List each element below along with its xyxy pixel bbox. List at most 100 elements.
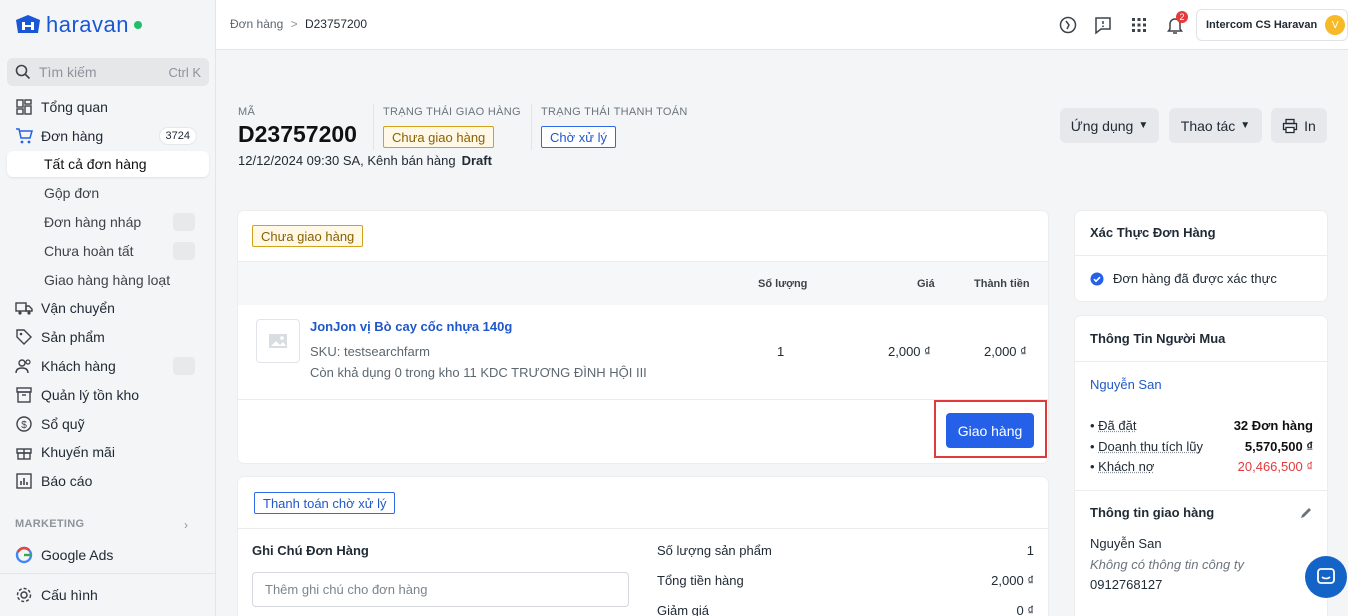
buyer-card: Thông Tin Người Mua Nguyễn San • Đã đặt … — [1075, 316, 1327, 616]
order-note-title: Ghi Chú Đơn Hàng — [252, 543, 369, 558]
brand-name: haravan — [46, 12, 130, 37]
search-shortcut: Ctrl K — [168, 64, 202, 80]
sidebar-divider — [0, 573, 215, 574]
sidebar-item-orders[interactable]: Đơn hàng 3724 — [7, 123, 209, 149]
fulfillment-card: Chưa giao hàng Số lượng Giá Thành tiền J… — [238, 211, 1048, 463]
sidebar-item-label: Giao hàng hàng loạt — [44, 272, 171, 288]
haravan-logo-icon — [16, 15, 40, 33]
online-status-dot — [134, 21, 143, 29]
buyer-stat-label: • Doanh thu tích lũy — [1090, 439, 1203, 454]
breadcrumb: Đơn hàng > D23757200 — [230, 17, 367, 31]
sidebar-item-overview[interactable]: Tổng quan — [7, 94, 209, 120]
stat-debt-value: 20,466,500 ₫ — [1237, 459, 1313, 474]
orders-count-badge: 3724 — [158, 127, 197, 145]
chat-bubble-icon — [1317, 568, 1335, 584]
dashboard-icon — [16, 99, 32, 115]
cashbook-icon: $ — [16, 416, 32, 432]
marketing-section-label: MARKETING — [15, 518, 85, 530]
sidebar-item-label: Gộp đơn — [44, 185, 100, 201]
svg-text:$: $ — [21, 420, 27, 431]
summary-label: Số lượng sản phẩm — [657, 543, 772, 558]
summary-label: Tổng tiền hàng — [657, 573, 744, 588]
card-divider — [1075, 255, 1327, 256]
sidebar-item-shipping[interactable]: Vận chuyển — [7, 295, 209, 321]
chevron-right-icon[interactable]: › — [184, 518, 188, 532]
user-menu-button[interactable]: Intercom CS Haravan V — [1196, 9, 1348, 41]
apps-label: Ứng dụng — [1070, 117, 1134, 134]
sidebar-item-bulk-ship[interactable]: Giao hàng hàng loạt — [7, 267, 209, 293]
stat-revenue-value: 5,570,500 ₫ — [1244, 439, 1313, 454]
apps-grid-icon[interactable] — [1128, 14, 1150, 36]
shipping-company: Không có thông tin công ty — [1090, 557, 1244, 572]
sidebar-item-label: Khuyến mãi — [41, 444, 115, 460]
user-name: Intercom CS Haravan — [1206, 19, 1318, 31]
buyer-title: Thông Tin Người Mua — [1090, 331, 1226, 346]
sidebar-item-products[interactable]: Sản phẩm — [7, 324, 209, 350]
verification-text: Đơn hàng đã được xác thực — [1113, 271, 1277, 286]
column-header-total: Thành tiền — [974, 278, 1030, 290]
stat-debt-label: Khách nợ — [1098, 459, 1155, 474]
verification-card: Xác Thực Đơn Hàng Đơn hàng đã được xác t… — [1075, 211, 1327, 301]
header-divider — [373, 104, 374, 150]
gift-icon — [16, 448, 32, 460]
order-source: Draft — [461, 153, 492, 168]
sidebar-item-incomplete[interactable]: Chưa hoàn tất — [7, 238, 209, 264]
payment-card: Thanh toán chờ xử lý Ghi Chú Đơn Hàng Số… — [238, 477, 1048, 616]
payment-status-label: TRẠNG THÁI THANH TOÁN — [541, 106, 688, 118]
payment-status-badge: Chờ xử lý — [541, 126, 616, 148]
fulfillment-status-label: TRẠNG THÁI GIAO HÀNG — [383, 106, 521, 118]
sidebar-item-inventory[interactable]: Quản lý tồn kho — [7, 382, 209, 408]
sidebar-item-draft-orders[interactable]: Đơn hàng nháp — [7, 209, 209, 235]
sidebar-item-google-ads[interactable]: Google Ads — [7, 542, 209, 568]
sidebar-item-cashbook[interactable]: $ Sổ quỹ — [7, 411, 209, 437]
chat-icon[interactable] — [1092, 14, 1114, 36]
stat-revenue-label: Doanh thu tích lũy — [1098, 439, 1203, 454]
sidebar-item-all-orders[interactable]: Tất cả đơn hàng — [7, 151, 209, 177]
check-circle-icon — [1090, 272, 1104, 286]
ship-button-highlight: Giao hàng — [934, 400, 1047, 458]
apps-dropdown-button[interactable]: Ứng dụng ▼ — [1060, 108, 1159, 143]
breadcrumb-parent[interactable]: Đơn hàng — [230, 17, 283, 31]
breadcrumb-separator: > — [290, 17, 298, 31]
search-bar[interactable]: Tìm kiếm Ctrl K — [7, 58, 209, 86]
header-divider — [531, 104, 532, 150]
users-icon — [15, 359, 31, 374]
card-divider — [238, 528, 1048, 529]
column-header-quantity: Số lượng — [758, 278, 808, 290]
sidebar-item-customers[interactable]: Khách hàng — [7, 353, 209, 379]
order-code: D23757200 — [238, 121, 357, 147]
pencil-icon[interactable] — [1299, 506, 1313, 520]
haravan-logo[interactable]: haravan — [14, 12, 143, 38]
actions-dropdown-button[interactable]: Thao tác ▼ — [1169, 108, 1262, 143]
support-icon[interactable] — [1057, 14, 1079, 36]
sidebar-item-label: Sổ quỹ — [41, 416, 85, 432]
external-icon — [173, 242, 195, 260]
sidebar-item-label: Đơn hàng — [41, 128, 104, 144]
sidebar-item-merge-orders[interactable]: Gộp đơn — [7, 180, 209, 206]
ship-button[interactable]: Giao hàng — [946, 413, 1034, 448]
item-total: 2,000 ₫ — [984, 344, 1027, 359]
intercom-chat-button[interactable] — [1305, 556, 1347, 598]
sidebar-item-label: Chưa hoàn tất — [44, 243, 134, 259]
sidebar-item-reports[interactable]: Báo cáo — [7, 468, 209, 494]
sidebar-item-settings[interactable]: Cấu hình — [7, 582, 209, 608]
sidebar-item-promotions[interactable]: Khuyến mãi — [7, 439, 209, 465]
inventory-icon — [16, 387, 32, 403]
card-divider — [1075, 361, 1327, 362]
product-image-placeholder[interactable] — [256, 319, 300, 363]
breadcrumb-current: D23757200 — [304, 17, 368, 31]
print-button[interactable]: In — [1271, 108, 1327, 143]
fulfillment-card-status-badge: Chưa giao hàng — [252, 225, 364, 247]
summary-value: 0 ₫ — [1016, 603, 1034, 616]
search-placeholder: Tìm kiếm — [39, 64, 97, 80]
verification-title: Xác Thực Đơn Hàng — [1090, 225, 1216, 240]
stat-orders-label: Đã đặt — [1098, 418, 1137, 433]
summary-value: 1 — [1026, 543, 1034, 558]
order-code-label: MÃ — [238, 106, 256, 118]
buyer-name-link[interactable]: Nguyễn San — [1090, 377, 1162, 392]
order-note-input[interactable] — [252, 572, 629, 607]
product-name-link[interactable]: JonJon vị Bò cay cốc nhựa 140g — [310, 319, 512, 334]
notification-badge: 2 — [1176, 11, 1188, 23]
sidebar-item-label: Khách hàng — [41, 358, 116, 374]
sidebar-item-label: Tổng quan — [41, 99, 108, 115]
